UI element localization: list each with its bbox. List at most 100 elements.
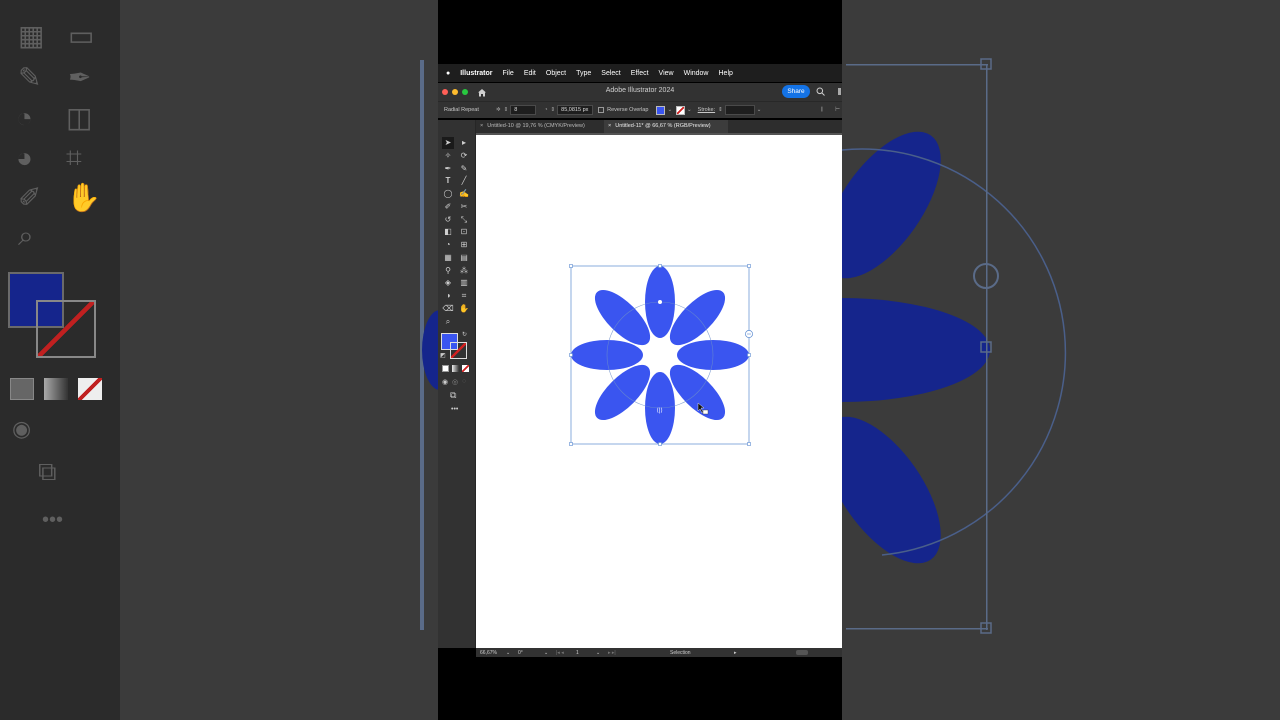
artboard-number[interactable]: 1	[576, 650, 579, 656]
symbol-sprayer-tool-icon[interactable]: ◈	[442, 277, 454, 289]
transform-icon[interactable]: ⊢	[835, 107, 840, 113]
menu-effect[interactable]: Effect	[631, 70, 649, 77]
instances-stepper[interactable]: ⇕	[504, 107, 509, 113]
tools-panel: ➤ ▸ ✧ ⟳ ✒ ✎ T ╱ ◯ ✍ ✐ ✂ ↺ ⤡ ◧ ⊡ ◔ ⊞ ▦ ▤ …	[438, 120, 476, 648]
fill-dropdown-icon[interactable]: ⌄	[667, 107, 672, 113]
stroke-color-swatch[interactable]	[450, 342, 467, 359]
stroke-dropdown-icon[interactable]: ⌄	[687, 107, 692, 113]
split-handle-icon[interactable]: ⟨|⟩	[657, 407, 663, 414]
handle-right-middle[interactable]	[747, 353, 751, 357]
handle-bottom-left[interactable]	[569, 442, 573, 446]
radius-stepper[interactable]: ⇕	[551, 107, 556, 113]
more-tools-icon[interactable]: •••	[451, 406, 458, 413]
stroke-weight-field[interactable]	[724, 105, 755, 115]
search-icon[interactable]	[816, 87, 825, 96]
screen-mode-icon[interactable]: ⧉	[450, 390, 456, 401]
eyedropper-tool-icon[interactable]: ⚲	[442, 265, 454, 277]
radius-handle[interactable]	[658, 300, 662, 304]
pen-tool-icon[interactable]: ✒	[442, 163, 454, 175]
stroke-stepper[interactable]: ⇕	[718, 107, 723, 113]
magic-wand-tool-icon[interactable]: ✧	[442, 150, 454, 162]
selection-tool-icon[interactable]: ➤	[442, 137, 454, 149]
direct-selection-tool-icon[interactable]: ▸	[458, 137, 470, 149]
line-tool-icon[interactable]: ╱	[458, 175, 470, 187]
draw-inside-icon[interactable]: ○	[462, 378, 466, 385]
eraser-tool-icon[interactable]: ⌫	[442, 303, 454, 315]
shape-builder-tool-icon[interactable]: ◔	[442, 239, 454, 251]
stroke-weight-dropdown-icon[interactable]: ⌄	[757, 107, 762, 113]
share-button[interactable]: Share	[782, 85, 810, 98]
none-mode-button[interactable]	[462, 365, 469, 372]
radius-field[interactable]: 85,0815 px	[557, 105, 594, 115]
flower-petals[interactable]	[571, 266, 749, 444]
handle-top-left[interactable]	[569, 264, 573, 268]
curvature-tool-icon[interactable]: ✎	[458, 163, 470, 175]
draw-behind-icon[interactable]: ◎	[452, 378, 458, 386]
free-transform-tool-icon[interactable]: ⊡	[458, 226, 470, 238]
artboard-prev-icon[interactable]: |◂ ◂	[556, 650, 564, 656]
panel-toggle-icon[interactable]	[838, 88, 841, 95]
shaper-tool-icon[interactable]: ✐	[442, 201, 454, 213]
status-scrollbar[interactable]	[796, 650, 808, 655]
bg-more-icon: •••	[42, 509, 64, 531]
instances-field[interactable]: 8	[510, 105, 537, 115]
handle-bottom-center[interactable]	[658, 442, 662, 446]
scale-tool-icon[interactable]: ⤡	[458, 214, 470, 226]
handle-top-right[interactable]	[747, 264, 751, 268]
menu-object[interactable]: Object	[546, 70, 566, 77]
color-mode-button[interactable]	[442, 365, 449, 372]
bg-symbol-tool-icon: ◫	[66, 102, 93, 133]
lasso-tool-icon[interactable]: ⟳	[458, 150, 470, 162]
swap-colors-icon[interactable]: ↻	[462, 331, 467, 338]
menu-view[interactable]: View	[659, 70, 674, 77]
tab-untitled-11[interactable]: × Untitled-11* @ 66,67 % (RGB/Preview)	[604, 120, 728, 133]
slice-tool-icon[interactable]: ⌗	[458, 290, 470, 302]
canvas-area[interactable]: ⟨|⟩	[476, 133, 842, 648]
menu-file[interactable]: File	[503, 70, 514, 77]
artboard-dropdown-icon[interactable]: ⌄	[596, 650, 600, 656]
menu-select[interactable]: Select	[601, 70, 620, 77]
menu-app-name[interactable]: Illustrator	[460, 70, 492, 77]
column-graph-tool-icon[interactable]: ▥	[458, 277, 470, 289]
close-tab-icon[interactable]: ×	[608, 123, 611, 129]
hand-tool-icon[interactable]: ✋	[458, 303, 470, 315]
menu-edit[interactable]: Edit	[524, 70, 536, 77]
rotate-tool-icon[interactable]: ↺	[442, 214, 454, 226]
artboard-next-icon[interactable]: ▸ ▸|	[608, 650, 616, 656]
default-colors-icon[interactable]: ◩	[440, 352, 446, 359]
gradient-mode-button[interactable]	[452, 365, 459, 372]
radial-repeat-artwork[interactable]: ⟨|⟩	[476, 135, 842, 648]
tab-untitled-10[interactable]: × Untitled-10 @ 19,76 % (CMYK/Preview)	[476, 120, 604, 133]
reverse-overlap-checkbox[interactable]	[598, 107, 605, 113]
zoom-dropdown-icon[interactable]: ⌄	[506, 650, 510, 656]
gradient-tool-icon[interactable]: ▤	[458, 252, 470, 264]
artboard-tool-icon[interactable]: ◑	[442, 290, 454, 302]
paintbrush-tool-icon[interactable]: ✍	[458, 188, 470, 200]
handle-top-center[interactable]	[658, 264, 662, 268]
ellipse-tool-icon[interactable]: ◯	[442, 188, 454, 200]
menu-type[interactable]: Type	[576, 70, 591, 77]
zoom-level[interactable]: 66,67%	[480, 650, 497, 656]
apple-icon[interactable]: ●	[446, 70, 450, 77]
status-menu-icon[interactable]: ▸	[734, 650, 737, 656]
zoom-tool-icon[interactable]: ⌕	[442, 316, 454, 328]
draw-normal-icon[interactable]: ◉	[442, 378, 448, 386]
bg-shape-builder-icon: ◔	[16, 102, 33, 133]
rotation-dropdown-icon[interactable]: ⌄	[544, 650, 548, 656]
artboard[interactable]: ⟨|⟩	[476, 135, 842, 648]
close-tab-icon[interactable]: ×	[480, 123, 483, 129]
handle-bottom-right[interactable]	[747, 442, 751, 446]
scissors-tool-icon[interactable]: ✂	[458, 201, 470, 213]
perspective-grid-tool-icon[interactable]: ⊞	[458, 239, 470, 251]
menu-help[interactable]: Help	[719, 70, 733, 77]
type-tool-icon[interactable]: T	[442, 175, 454, 187]
blend-tool-icon[interactable]: ⁂	[458, 265, 470, 277]
width-tool-icon[interactable]: ◧	[442, 226, 454, 238]
align-icon[interactable]: ⫼	[821, 107, 824, 114]
stroke-swatch-control[interactable]	[676, 105, 686, 115]
handle-left-middle[interactable]	[569, 353, 573, 357]
rotation-value[interactable]: 0°	[518, 650, 523, 656]
mesh-tool-icon[interactable]: ▦	[442, 252, 454, 264]
menu-window[interactable]: Window	[684, 70, 709, 77]
fill-swatch-control[interactable]	[656, 105, 666, 115]
